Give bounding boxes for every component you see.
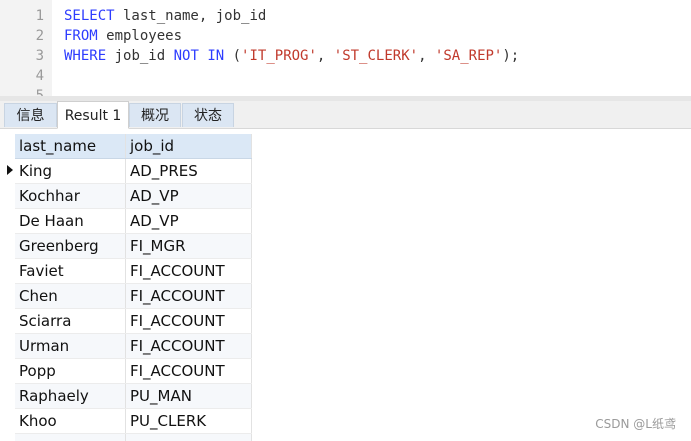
watermark: CSDN @L纸鸢 <box>595 417 676 431</box>
table-row[interactable]: Popp FI_ACCOUNT <box>15 358 252 384</box>
line-number: 3 <box>35 48 44 64</box>
result-grid[interactable]: last_name job_id King AD_PRES Kochhar AD_VP… <box>0 129 691 441</box>
cell-job-id[interactable]: FI_ACCOUNT <box>125 308 252 334</box>
sql-keyword: IN <box>207 48 225 64</box>
cell-last-name[interactable]: Chen <box>15 283 126 309</box>
sql-text: ); <box>502 48 520 64</box>
result-tab-bar: 信息 Result 1 概况 状态 <box>0 101 691 129</box>
cell-job-id[interactable]: PU_CLERK <box>125 408 252 434</box>
line-number: 5 <box>35 88 44 96</box>
sql-string: 'SA_REP' <box>434 48 503 64</box>
current-row-marker-icon <box>7 165 13 175</box>
code-text: FROM employees <box>64 26 182 46</box>
table-row[interactable] <box>15 433 252 441</box>
cell-last-name[interactable]: Urman <box>15 333 126 359</box>
table-row[interactable]: Greenberg FI_MGR <box>15 233 252 259</box>
line-number: 4 <box>35 68 44 84</box>
sql-keyword: SELECT <box>64 8 115 24</box>
sql-string: 'ST_CLERK' <box>333 48 419 64</box>
cell-job-id[interactable]: FI_ACCOUNT <box>125 258 252 284</box>
table-header-row: last_name job_id <box>15 134 252 159</box>
tab-result-1[interactable]: Result 1 <box>57 101 129 129</box>
tab-overview[interactable]: 概况 <box>129 103 181 127</box>
table-row[interactable]: Faviet FI_ACCOUNT <box>15 258 252 284</box>
sql-text: , <box>316 48 334 64</box>
cell-job-id[interactable]: FI_ACCOUNT <box>125 333 252 359</box>
cell-last-name[interactable]: Khoo <box>15 408 126 434</box>
cell-job-id[interactable]: AD_VP <box>125 208 252 234</box>
table-row[interactable]: Kochhar AD_VP <box>15 183 252 209</box>
cell-job-id[interactable]: FI_ACCOUNT <box>125 358 252 384</box>
cell-job-id[interactable]: AD_PRES <box>125 158 252 184</box>
row-header-column <box>0 129 15 441</box>
cell-last-name[interactable] <box>15 433 126 441</box>
tab-status[interactable]: 状态 <box>182 103 234 127</box>
cell-last-name[interactable]: Faviet <box>15 258 126 284</box>
column-header-last-name[interactable]: last_name <box>15 134 126 159</box>
cell-job-id[interactable] <box>125 433 252 441</box>
cell-last-name[interactable]: Raphaely <box>15 383 126 409</box>
cell-last-name[interactable]: King <box>15 158 126 184</box>
table-row[interactable]: Raphaely PU_MAN <box>15 383 252 409</box>
table-row[interactable]: Chen FI_ACCOUNT <box>15 283 252 309</box>
sql-text: ( <box>224 48 242 64</box>
cell-job-id[interactable]: FI_ACCOUNT <box>125 283 252 309</box>
column-header-job-id[interactable]: job_id <box>125 134 252 159</box>
sql-text: employees <box>97 28 183 44</box>
sql-keyword: NOT <box>173 48 199 64</box>
code-text: WHERE job_id NOT IN ('IT_PROG', 'ST_CLER… <box>64 46 519 66</box>
code-text: SELECT last_name, job_id <box>64 6 266 26</box>
sql-text: , <box>418 48 435 64</box>
line-number: 2 <box>35 28 44 44</box>
sql-keyword: FROM <box>64 28 98 44</box>
table-row[interactable]: Sciarra FI_ACCOUNT <box>15 308 252 334</box>
table-row[interactable]: King AD_PRES <box>15 158 252 184</box>
sql-text: last_name, job_id <box>114 8 267 24</box>
cell-last-name[interactable]: Popp <box>15 358 126 384</box>
cell-last-name[interactable]: Sciarra <box>15 308 126 334</box>
cell-last-name[interactable]: De Haan <box>15 208 126 234</box>
sql-editor[interactable]: 1 SELECT last_name, job_id 2 FROM employees… <box>0 0 691 96</box>
cell-last-name[interactable]: Greenberg <box>15 233 126 259</box>
cell-job-id[interactable]: FI_MGR <box>125 233 252 259</box>
table-row[interactable]: Khoo PU_CLERK <box>15 408 252 434</box>
cell-last-name[interactable]: Kochhar <box>15 183 126 209</box>
line-number: 1 <box>35 8 44 24</box>
sql-text: job_id <box>106 48 174 64</box>
cell-job-id[interactable]: AD_VP <box>125 183 252 209</box>
sql-keyword: WHERE <box>64 48 107 64</box>
sql-string: 'IT_PROG' <box>241 48 317 64</box>
table-row[interactable]: Urman FI_ACCOUNT <box>15 333 252 359</box>
tab-info[interactable]: 信息 <box>4 103 57 127</box>
cell-job-id[interactable]: PU_MAN <box>125 383 252 409</box>
table-row[interactable]: De Haan AD_VP <box>15 208 252 234</box>
result-table: last_name job_id King AD_PRES Kochhar AD_VP… <box>15 134 252 441</box>
